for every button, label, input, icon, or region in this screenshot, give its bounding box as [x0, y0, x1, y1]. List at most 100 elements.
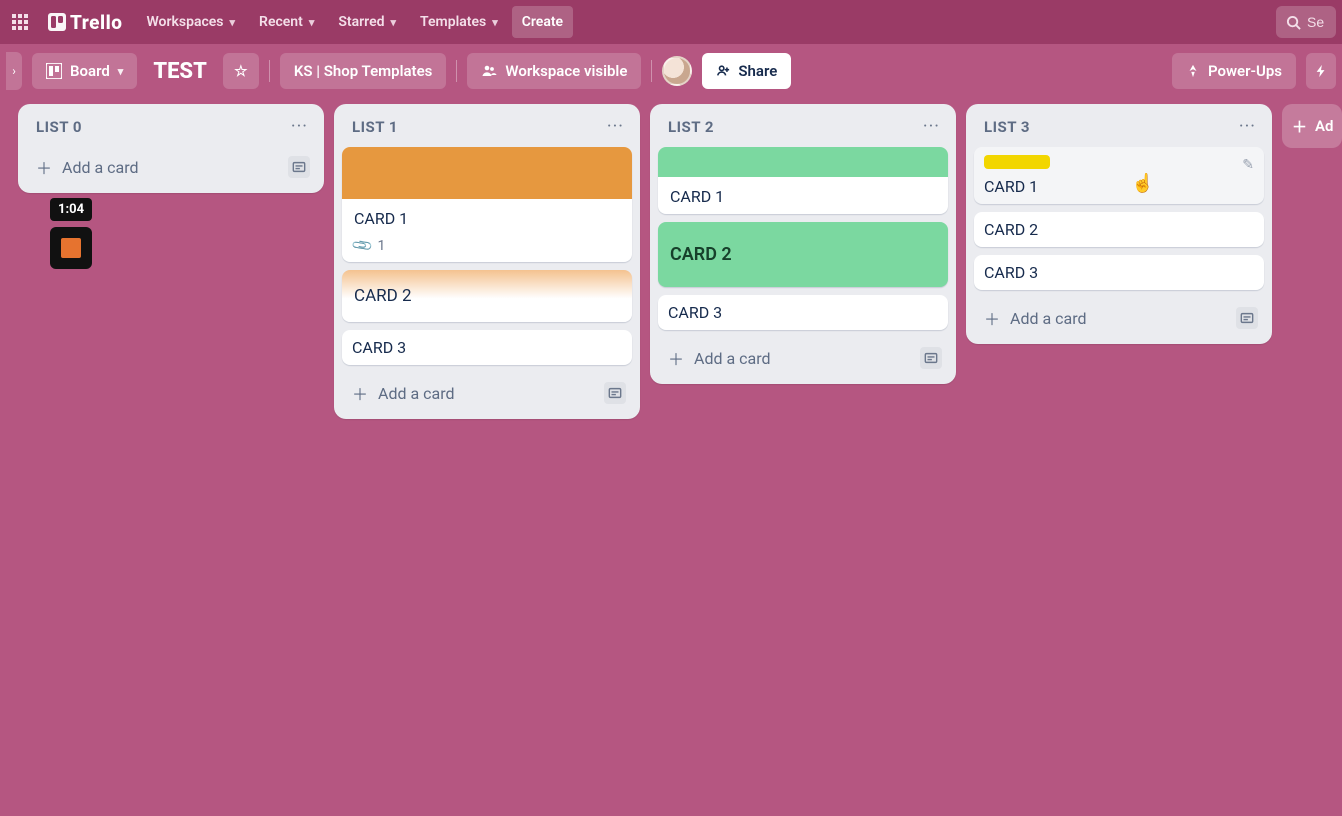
add-card-button[interactable]: ＋ Add a card	[980, 302, 1091, 334]
add-card-button[interactable]: ＋ Add a card	[664, 342, 775, 374]
plus-icon: ＋	[668, 346, 684, 370]
visibility-button[interactable]: Workspace visible	[467, 53, 641, 89]
list-card[interactable]: CARD 3	[342, 330, 632, 365]
grid-icon	[12, 14, 28, 30]
card-template-button[interactable]	[1236, 307, 1258, 329]
search-icon	[1286, 15, 1301, 30]
top-nav: Trello Workspaces ▾ Recent ▾ Starred ▾ T…	[0, 0, 1342, 44]
board-view-switch[interactable]: Board ▾	[32, 53, 137, 89]
nav-item-label: Workspaces	[146, 14, 223, 30]
star-button[interactable]: ☆	[223, 53, 259, 89]
nav-templates[interactable]: Templates ▾	[410, 6, 508, 38]
list-footer: ＋ Add a card	[26, 147, 316, 183]
brand-name: Trello	[70, 11, 122, 34]
board-bar: › Board ▾ TEST ☆ KS | Shop Templates Wor…	[0, 44, 1342, 98]
board-icon	[46, 63, 62, 79]
card-cover	[342, 147, 632, 199]
list-footer: ＋ Add a card	[342, 373, 632, 409]
card-template-button[interactable]	[920, 347, 942, 369]
plus-icon: ＋	[984, 306, 1000, 330]
rocket-icon	[1186, 64, 1200, 78]
list-footer: ＋ Add a card	[974, 298, 1264, 334]
recorder-stop-button[interactable]	[50, 227, 92, 269]
powerups-label: Power-Ups	[1208, 62, 1282, 80]
card-title: CARD 1	[354, 209, 620, 228]
list-card[interactable]: CARD 1 ✎ ☝	[974, 147, 1264, 204]
card-template-button[interactable]	[604, 382, 626, 404]
chevron-down-icon: ▾	[492, 16, 498, 29]
list-card[interactable]: CARD 2	[658, 222, 948, 287]
nav-starred[interactable]: Starred ▾	[328, 6, 406, 38]
add-card-label: Add a card	[1010, 309, 1087, 328]
recorder-elapsed-value: 1:04	[58, 202, 84, 217]
board-view-label: Board	[70, 62, 110, 80]
card-cover	[658, 147, 948, 177]
user-plus-icon	[716, 64, 730, 78]
card-title: CARD 3	[352, 338, 622, 357]
sidebar-expand-button[interactable]: ›	[6, 52, 22, 90]
card-badges: 📎 1	[354, 238, 620, 254]
nav-recent[interactable]: Recent ▾	[249, 6, 324, 38]
recorder-elapsed: 1:04	[50, 198, 92, 221]
people-icon	[481, 63, 497, 79]
divider	[269, 60, 270, 82]
nav-item-label: Templates	[420, 14, 486, 30]
bolt-icon	[1314, 64, 1328, 78]
list: LIST 2 ··· CARD 1 CARD 2 CARD 3 ＋ Add a …	[650, 104, 956, 384]
workspace-link[interactable]: KS | Shop Templates	[280, 53, 447, 89]
plus-icon: ＋	[36, 155, 52, 179]
list-actions-button[interactable]: ···	[923, 116, 940, 137]
pencil-icon[interactable]: ✎	[1242, 157, 1254, 173]
search-input[interactable]	[1307, 14, 1337, 30]
list-actions-button[interactable]: ···	[1239, 116, 1256, 137]
powerups-button[interactable]: Power-Ups	[1172, 53, 1296, 89]
add-card-button[interactable]: ＋ Add a card	[32, 151, 143, 183]
add-card-label: Add a card	[62, 158, 139, 177]
screen-recorder-widget: 1:04	[50, 198, 92, 269]
list-card[interactable]: CARD 3	[658, 295, 948, 330]
apps-switcher[interactable]	[6, 6, 34, 38]
add-card-button[interactable]: ＋ Add a card	[348, 377, 459, 409]
list-actions-button[interactable]: ···	[607, 116, 624, 137]
member-avatar[interactable]	[662, 56, 692, 86]
add-list-button[interactable]: ＋ Ad	[1282, 104, 1342, 148]
chevron-down-icon: ▾	[230, 16, 236, 29]
share-button[interactable]: Share	[702, 53, 791, 89]
card-title: CARD 1	[670, 187, 936, 206]
board-canvas[interactable]: LIST 0 ··· ＋ Add a card LIST 1 ··· CARD …	[0, 98, 1342, 816]
card-label-yellow[interactable]	[984, 155, 1050, 169]
list-actions-button[interactable]: ···	[291, 116, 308, 137]
chevron-down-icon: ▾	[391, 16, 397, 29]
board-title-text: TEST	[153, 59, 207, 84]
chevron-down-icon: ▾	[118, 65, 124, 78]
trello-logo[interactable]: Trello	[38, 6, 132, 38]
create-label: Create	[522, 14, 563, 30]
list-card[interactable]: CARD 1 📎 1	[342, 147, 632, 262]
automation-button[interactable]	[1306, 53, 1336, 89]
list-title[interactable]: LIST 2	[668, 118, 714, 136]
card-title: CARD 2	[984, 220, 1254, 239]
nav-workspaces[interactable]: Workspaces ▾	[136, 6, 245, 38]
list-title[interactable]: LIST 0	[36, 118, 82, 136]
list-card[interactable]: CARD 1	[658, 147, 948, 214]
attachment-icon: 📎	[351, 234, 375, 257]
list-card[interactable]: CARD 3	[974, 255, 1264, 290]
trello-icon	[48, 13, 66, 31]
list-card[interactable]: CARD 2	[974, 212, 1264, 247]
plus-icon: ＋	[1292, 116, 1307, 137]
share-label: Share	[738, 62, 777, 80]
card-title: CARD 3	[668, 303, 938, 322]
list: LIST 1 ··· CARD 1 📎 1 CARD 2 CARD 3 ＋ Ad…	[334, 104, 640, 419]
create-button[interactable]: Create	[512, 6, 573, 38]
list-title[interactable]: LIST 3	[984, 118, 1030, 136]
board-title[interactable]: TEST	[147, 53, 213, 89]
nav-left: Trello Workspaces ▾ Recent ▾ Starred ▾ T…	[6, 6, 573, 38]
search-box[interactable]	[1276, 6, 1336, 38]
workspace-link-label: KS | Shop Templates	[294, 62, 433, 80]
list-card[interactable]: CARD 2	[342, 270, 632, 322]
list-header: LIST 2 ···	[658, 114, 948, 139]
list-header: LIST 1 ···	[342, 114, 632, 139]
card-template-button[interactable]	[288, 156, 310, 178]
list-title[interactable]: LIST 1	[352, 118, 398, 136]
card-title: CARD 2	[670, 244, 936, 265]
